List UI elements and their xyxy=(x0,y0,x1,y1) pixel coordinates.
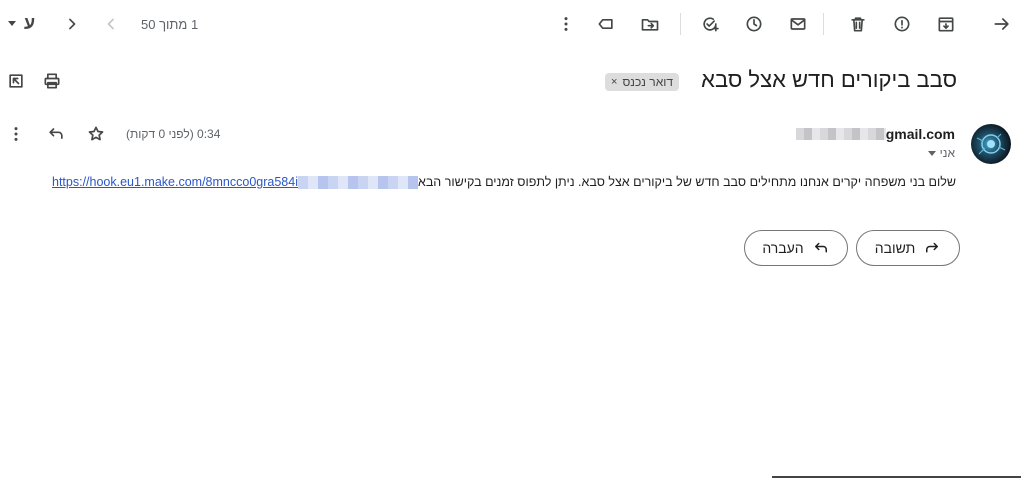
reply-button-label: תשובה xyxy=(874,240,916,256)
toolbar-divider xyxy=(823,13,824,35)
chevron-down-icon xyxy=(8,21,16,26)
star-icon[interactable] xyxy=(84,122,108,146)
forward-button-label: העברה xyxy=(762,240,804,256)
forward-button[interactable]: העברה xyxy=(744,230,848,266)
report-spam-icon[interactable] xyxy=(890,12,914,36)
input-tools-button[interactable]: ע xyxy=(8,13,35,34)
email-body-text: שלום בני משפחה יקרים אנחנו מתחילים סבב ח… xyxy=(417,175,956,189)
recipient-label: אני xyxy=(939,146,955,160)
move-to-folder-icon[interactable] xyxy=(638,12,662,36)
delete-icon[interactable] xyxy=(846,12,870,36)
snooze-clock-icon[interactable] xyxy=(742,12,766,36)
email-body: https://hook.eu1.make.com/8mncco0gra584i… xyxy=(52,175,956,189)
more-vert-icon[interactable] xyxy=(4,122,28,146)
sender-email: gmail.com xyxy=(795,126,955,142)
more-options-icon[interactable] xyxy=(554,12,578,36)
email-subject: סבב ביקורים חדש אצל סבא xyxy=(701,67,957,92)
mark-unread-icon[interactable] xyxy=(786,12,810,36)
add-task-icon[interactable] xyxy=(698,12,722,36)
label-chip-inbox[interactable]: דואר נכנס × xyxy=(605,73,679,91)
toolbar-divider xyxy=(680,13,681,35)
older-chevron-right-icon[interactable] xyxy=(60,12,84,36)
reply-arrow-icon[interactable] xyxy=(44,122,68,146)
back-arrow-icon[interactable] xyxy=(990,12,1014,36)
reply-button[interactable]: תשובה xyxy=(856,230,960,266)
reply-icon xyxy=(926,242,939,253)
print-icon[interactable] xyxy=(40,69,64,93)
archive-icon[interactable] xyxy=(934,12,958,36)
recipient-details-toggle[interactable]: אני xyxy=(927,146,955,160)
newer-chevron-left-icon[interactable] xyxy=(99,12,123,36)
label-tag-icon[interactable] xyxy=(594,12,618,36)
pager-count: 1 מתוך 50 xyxy=(141,17,199,32)
forward-icon xyxy=(814,242,827,253)
avatar[interactable] xyxy=(971,124,1011,164)
input-tools-label: ע xyxy=(24,13,36,33)
label-chip-text: דואר נכנס xyxy=(622,75,673,89)
email-timestamp: 0:34 (לפני 0 דקות) xyxy=(126,127,221,141)
redacted-sender-name xyxy=(795,128,886,140)
sender-email-domain: gmail.com xyxy=(885,126,955,142)
open-new-window-icon[interactable] xyxy=(4,69,28,93)
email-link[interactable]: https://hook.eu1.make.com/8mncco0gra584i xyxy=(52,175,298,189)
chevron-down-icon xyxy=(927,150,936,156)
remove-label-icon[interactable]: × xyxy=(611,76,617,88)
redacted-link-part[interactable] xyxy=(297,175,418,189)
